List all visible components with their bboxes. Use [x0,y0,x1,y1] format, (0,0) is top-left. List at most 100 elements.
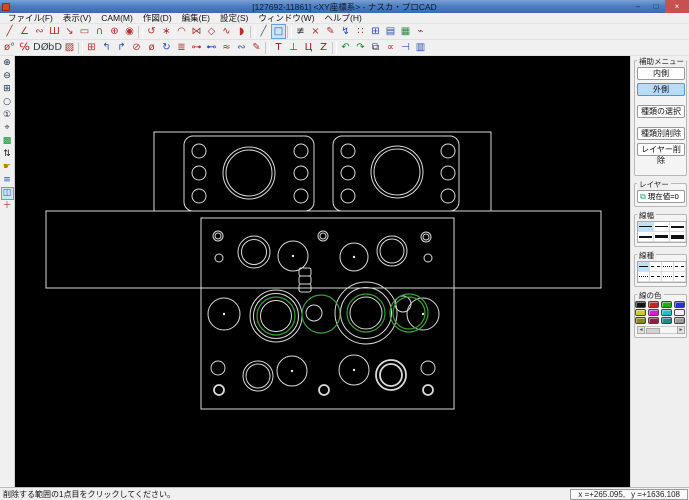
color-chip[interactable] [648,301,659,308]
color-chip[interactable] [674,317,685,324]
menu-draw[interactable]: 作図(D) [138,12,177,24]
arrow-line-icon[interactable]: ↘ [62,24,77,39]
redo-icon[interactable]: ↷ [353,40,368,55]
corner-arrow-right-icon[interactable]: ↱ [114,40,129,55]
inside-button[interactable]: 内側 [637,67,685,80]
color-chip[interactable] [661,301,672,308]
line-type-option[interactable] [650,272,662,282]
scroll-right-icon[interactable]: ► [677,326,685,334]
line-type-option[interactable] [662,272,674,282]
circle-center-icon[interactable]: ⊕ [107,24,122,39]
flower-icon[interactable]: ∗ [159,24,174,39]
delete-icon[interactable]: × [308,24,323,39]
maximize-button[interactable]: □ [647,0,665,13]
circle-icon[interactable]: ◉ [122,24,137,39]
layer-current-button[interactable]: ⧉ 現在値=0 [637,190,685,203]
cross-icon[interactable]: ＋ [1,200,14,213]
line-type-option[interactable] [638,262,650,272]
image-icon[interactable]: ▦ [398,24,413,39]
line-width-option[interactable] [654,222,670,232]
pan-icon[interactable]: ⌖ [1,122,14,135]
step-line-icon[interactable]: ∩ [92,24,107,39]
stairs-icon[interactable]: ≣ [174,40,189,55]
circle-slash-icon[interactable]: ⊘ [129,40,144,55]
annotate-pen-icon[interactable]: ✎ [249,40,264,55]
dim-diameter-icon[interactable]: ø° [2,40,17,55]
dim-bd-icon[interactable]: bD [47,40,62,55]
zoom-out-icon[interactable]: ⊖ [1,70,14,83]
scrollbar-thumb[interactable] [646,328,660,334]
offset-icon[interactable]: ≢ [293,24,308,39]
link-icon[interactable]: ∝ [383,40,398,55]
connect-left-icon[interactable]: ⊶ [189,40,204,55]
stamp-icon[interactable]: ▨ [62,40,77,55]
wave-icon[interactable]: ≈ [219,40,234,55]
undo-icon[interactable]: ↶ [338,40,353,55]
corner-arrow-left-icon[interactable]: ↰ [99,40,114,55]
color-chip[interactable] [661,309,672,316]
menu-settings[interactable]: 設定(S) [215,12,253,24]
color-chip[interactable] [635,309,646,316]
zoom-in-icon[interactable]: ⊕ [1,57,14,70]
connect-right-icon[interactable]: ⊷ [204,40,219,55]
text-u-icon[interactable]: Ц [301,40,316,55]
arc-icon[interactable]: ◠ [174,24,189,39]
line-width-option[interactable] [638,232,654,242]
line-type-option[interactable] [650,262,662,272]
bowtie-icon[interactable]: ⋈ [189,24,204,39]
swap-view-icon[interactable]: ⇅ [1,148,14,161]
spline-icon[interactable]: ∿ [219,24,234,39]
line-width-option[interactable] [670,222,686,232]
line-icon[interactable]: ╱ [2,24,17,39]
rotate-icon[interactable]: ↻ [159,40,174,55]
dim-do-icon[interactable]: DØ [32,40,49,55]
hand-icon[interactable]: ☛ [1,161,14,174]
dim-percent-icon[interactable]: ℅ [17,40,32,55]
color-chip[interactable] [635,301,646,308]
line-type-option[interactable] [674,262,686,272]
pen-icon[interactable]: ✎ [323,24,338,39]
cad-canvas[interactable] [15,56,630,487]
angle-line-icon[interactable]: ∠ [17,24,32,39]
zoom-all-icon[interactable]: ○ [1,96,14,109]
minimize-button[interactable]: – [629,0,647,13]
line-width-option[interactable] [638,222,654,232]
color-chip[interactable] [661,317,672,324]
delete-by-type-button[interactable]: 種類別削除 [637,127,685,140]
fit-window-icon[interactable]: ◫ [0,187,14,200]
eraser-icon[interactable]: ⧉ [368,40,383,55]
line-type-option[interactable] [662,262,674,272]
text-icon[interactable]: T [271,40,286,55]
line-width-option[interactable] [670,232,686,242]
h-bar-icon[interactable]: ⊣ [398,40,413,55]
select-type-button[interactable]: 種類の選択 [637,105,685,118]
color-chip[interactable] [648,317,659,324]
snap-icon[interactable]: ↯ [338,24,353,39]
thin-line-icon[interactable]: ╱ [256,24,271,39]
menu-cam[interactable]: CAM(M) [96,13,138,23]
list-icon[interactable]: ▤ [383,24,398,39]
tilde-icon[interactable]: ∾ [234,40,249,55]
delete-layer-button[interactable]: レイヤー削除 [637,143,685,165]
zoom-window-icon[interactable]: ⊞ [1,83,14,96]
menu-edit[interactable]: 編集(E) [177,12,215,24]
color-chip[interactable] [674,309,685,316]
rectangle-icon[interactable]: ▭ [77,24,92,39]
menu-view[interactable]: 表示(V) [58,12,96,24]
line-width-option[interactable] [654,232,670,242]
bolt-icon[interactable]: ⌁ [413,24,428,39]
menu-help[interactable]: ヘルプ(H) [320,12,367,24]
menu-window[interactable]: ウィンドウ(W) [253,12,319,24]
select-rect-icon[interactable]: □ [271,24,286,39]
fillet-icon[interactable]: ◗ [234,24,249,39]
scrollbar-track[interactable] [645,326,677,334]
color-chip[interactable] [635,317,646,324]
text-base-icon[interactable]: ⊥ [286,40,301,55]
color-chip[interactable] [674,301,685,308]
print-icon[interactable]: ▥ [413,40,428,55]
points-icon[interactable]: ∷ [353,24,368,39]
redraw-icon[interactable]: ▩ [1,135,14,148]
line-type-option[interactable] [674,272,686,282]
hatch-lines-icon[interactable]: Ш [47,24,62,39]
polygon-icon[interactable]: ◇ [204,24,219,39]
